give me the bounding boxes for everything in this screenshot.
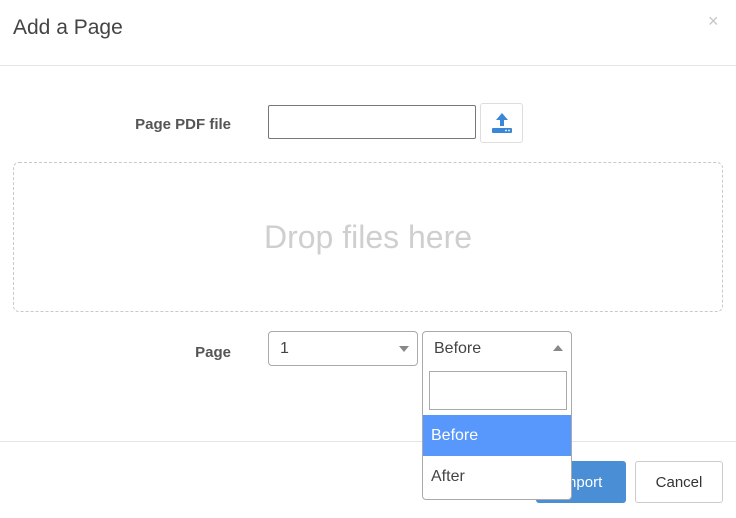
position-value: Before bbox=[434, 340, 482, 357]
file-dropzone[interactable]: Drop files here bbox=[13, 162, 723, 312]
pdf-file-input[interactable] bbox=[268, 105, 476, 139]
page-number-select[interactable]: 1 bbox=[268, 331, 418, 366]
dropdown-option-before[interactable]: Before bbox=[423, 415, 571, 456]
upload-button[interactable] bbox=[480, 103, 523, 143]
position-dropdown: Before After bbox=[422, 365, 572, 500]
close-icon[interactable]: × bbox=[708, 12, 719, 30]
modal-title: Add a Page bbox=[13, 16, 123, 39]
modal-header: Add a Page × bbox=[0, 0, 736, 66]
page-label: Page bbox=[195, 344, 231, 361]
chevron-down-icon bbox=[399, 346, 409, 352]
upload-icon bbox=[491, 113, 512, 133]
dropdown-option-after[interactable]: After bbox=[423, 456, 571, 497]
chevron-up-icon bbox=[553, 345, 563, 351]
cancel-button[interactable]: Cancel bbox=[635, 461, 723, 503]
dropdown-search-input[interactable] bbox=[429, 371, 567, 410]
dropzone-text: Drop files here bbox=[263, 218, 473, 255]
position-select[interactable]: Before bbox=[422, 331, 572, 366]
pdf-file-label: Page PDF file bbox=[135, 116, 231, 133]
page-number-value: 1 bbox=[280, 340, 289, 357]
